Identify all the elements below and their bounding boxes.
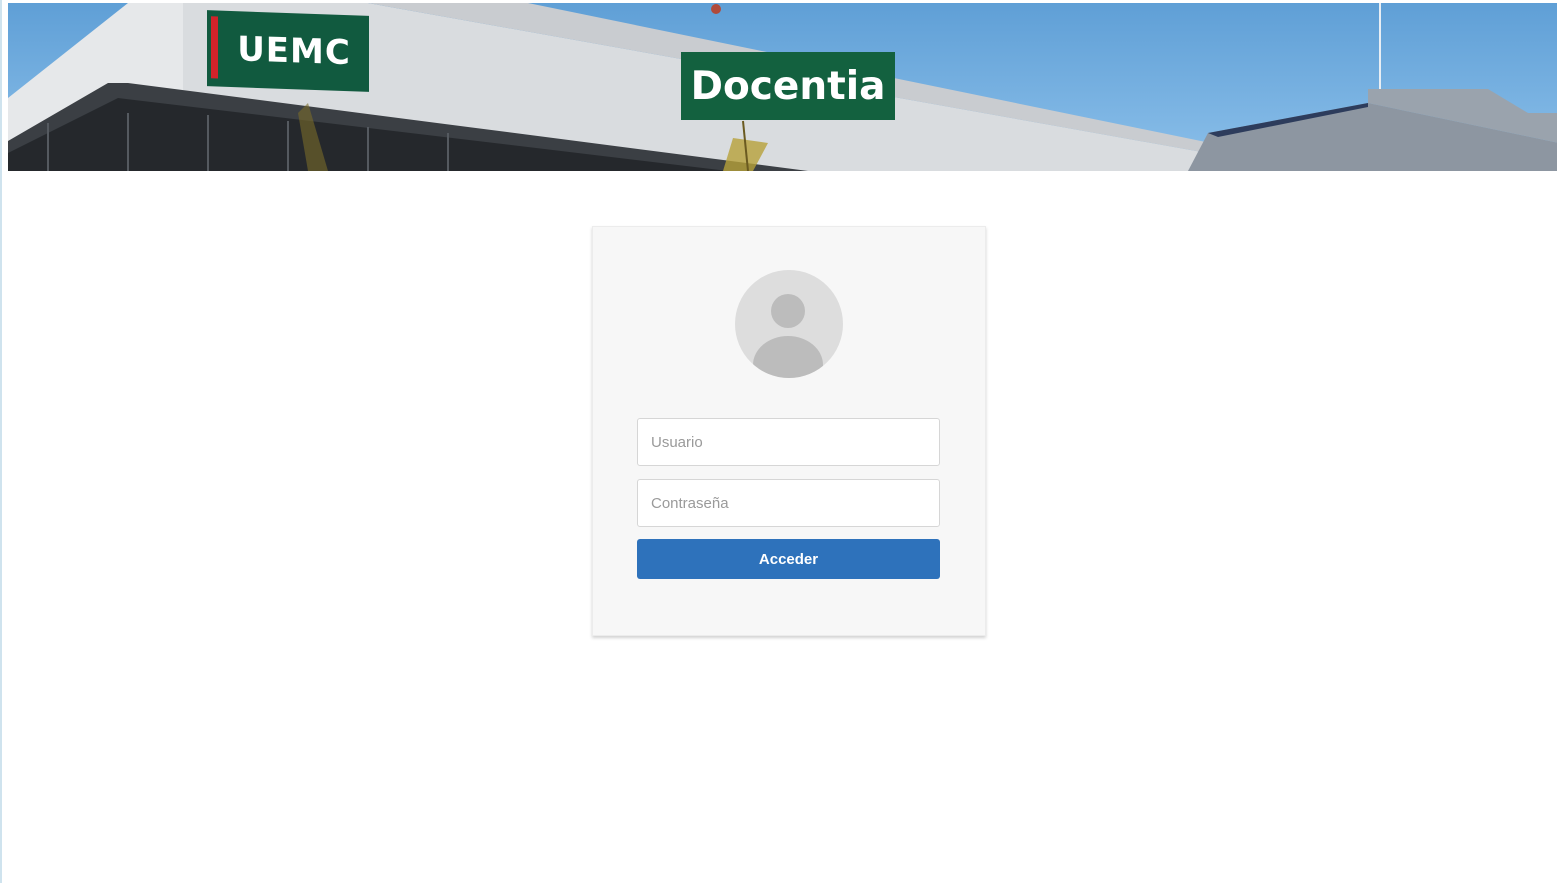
header-banner: UEMC Docentia — [8, 3, 1557, 171]
avatar-body — [753, 336, 823, 378]
logo-red-bar — [211, 16, 218, 79]
user-avatar-icon — [735, 270, 843, 378]
login-page: UEMC Docentia Acceder — [0, 0, 1557, 883]
login-card: Acceder — [592, 226, 986, 636]
avatar-head — [771, 294, 805, 328]
login-button[interactable]: Acceder — [637, 539, 940, 579]
password-input[interactable] — [637, 479, 940, 527]
uemc-logo: UEMC — [207, 10, 369, 92]
logo-text: UEMC — [237, 29, 351, 74]
username-input[interactable] — [637, 418, 940, 466]
site-title: Docentia — [681, 52, 895, 120]
